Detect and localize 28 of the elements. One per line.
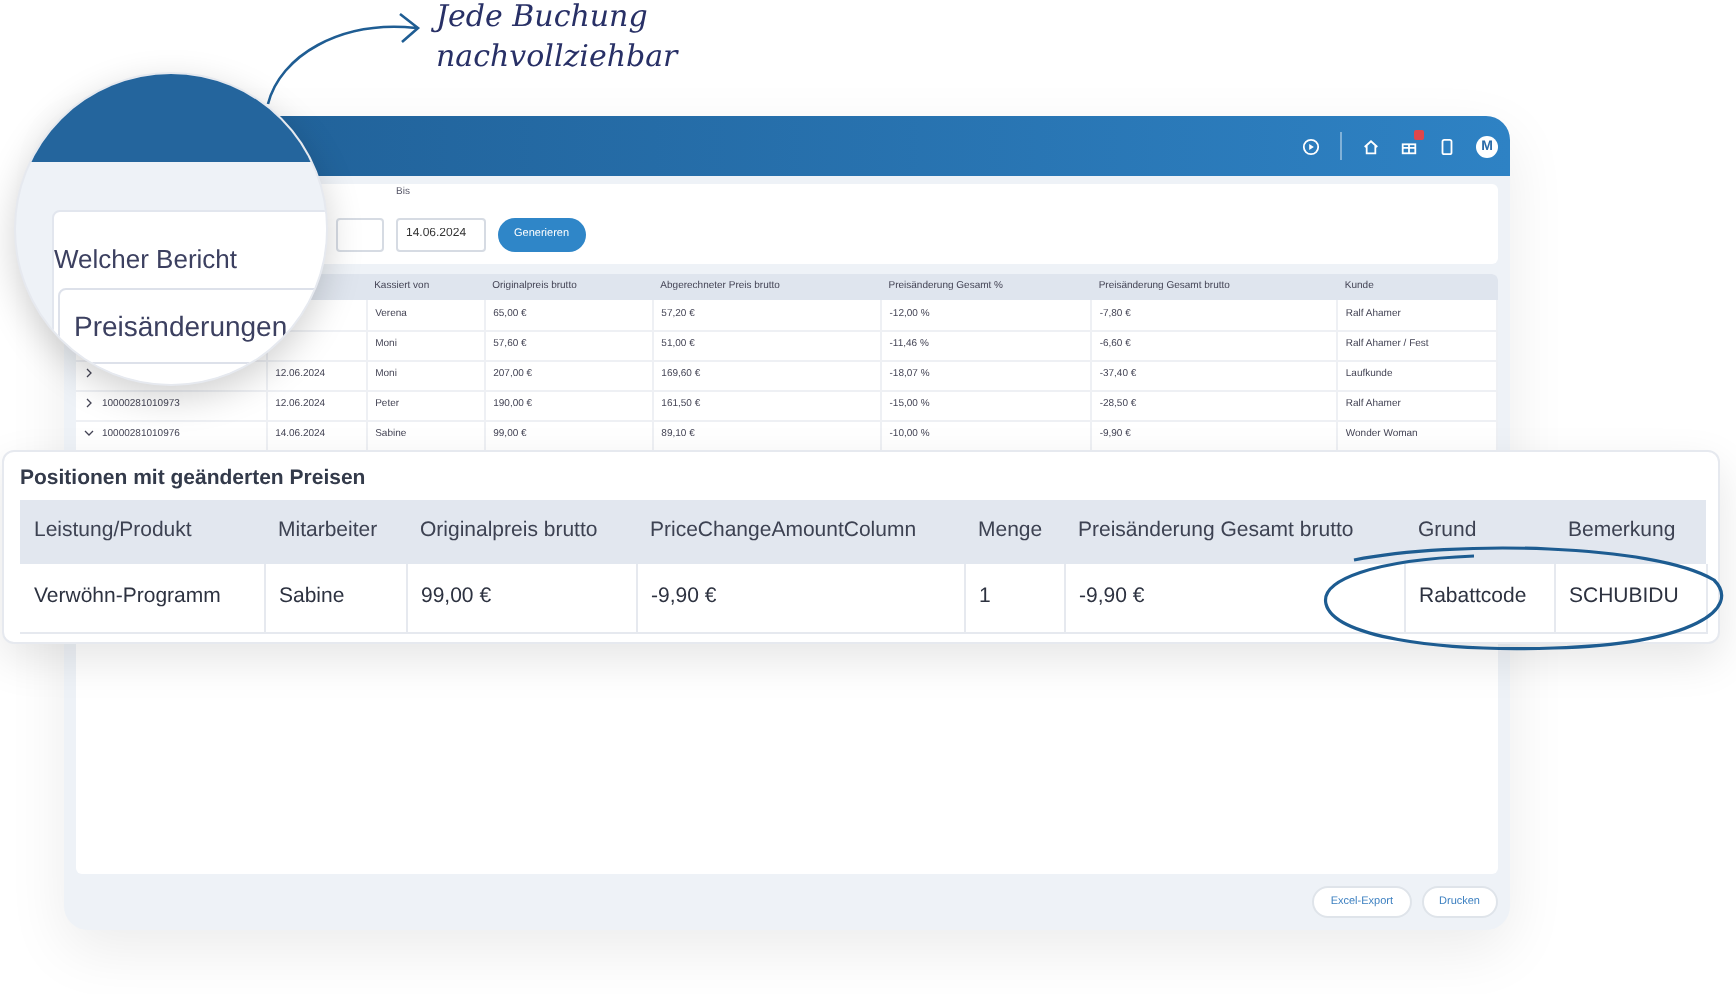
column-header: Bemerkung: [1554, 500, 1706, 564]
table-cell: Rabattcode: [1404, 564, 1554, 632]
column-header: Menge: [964, 500, 1064, 564]
from-date-field[interactable]: [336, 218, 384, 252]
table-cell: Sabine: [264, 564, 406, 632]
table-cell: 1: [964, 564, 1064, 632]
table-cell: -9,90 €: [1064, 564, 1404, 632]
column-header: Mitarbeiter: [264, 500, 406, 564]
callout-text: nachvollziehbar: [436, 36, 678, 76]
panel-title: Positionen mit geänderten Preisen: [20, 464, 368, 494]
column-header: Leistung/Produkt: [20, 500, 264, 564]
phone-icon[interactable]: [1438, 137, 1456, 155]
column-header: Preisänderung Gesamt brutto: [1064, 500, 1404, 564]
table-cell: Verwöhn-Programm: [20, 564, 264, 632]
field-label: Welcher Bericht: [54, 242, 240, 278]
column-header: Originalpreis brutto: [406, 500, 636, 564]
table-cell: -9,90 €: [636, 564, 964, 632]
column-header: PriceChangeAmountColumn: [636, 500, 964, 564]
home-icon[interactable]: [1362, 137, 1380, 155]
expand-chevron-icon[interactable]: [84, 367, 94, 378]
collapse-chevron-icon[interactable]: [84, 427, 94, 438]
play-icon[interactable]: [1302, 137, 1320, 155]
callout-text: Jede Buchung: [436, 0, 678, 36]
notification-badge: [1414, 129, 1424, 139]
column-header: Grund: [1404, 500, 1554, 564]
table-cell: SCHUBIDU: [1554, 564, 1706, 632]
expand-chevron-icon[interactable]: [84, 397, 94, 408]
table-cell: 99,00 €: [406, 564, 636, 632]
